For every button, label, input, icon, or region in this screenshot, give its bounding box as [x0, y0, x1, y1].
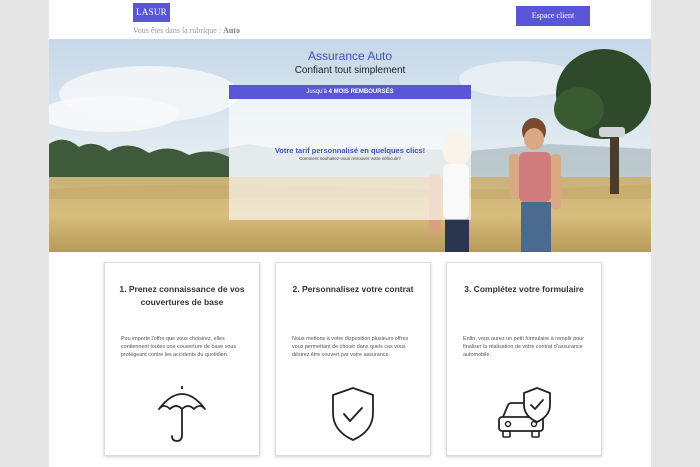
- step-text: Nous mettons à votre disposition plusieu…: [292, 336, 409, 358]
- promo-prefix: Jusqu'à: [306, 89, 329, 95]
- step-card-form: 3. Complétez votre formulaire Enfin, vou…: [446, 262, 602, 456]
- car-shield-icon: [498, 387, 551, 438]
- quote-panel: Votre tarif personnalisé en quelques cli…: [229, 99, 471, 220]
- promo-highlight: 4 MOIS REMBOURSÉS: [328, 89, 394, 95]
- client-area-button[interactable]: Espace client: [516, 6, 590, 26]
- breadcrumb-prefix: Vous êtes dans la rubrique :: [133, 26, 224, 35]
- hero-subtitle: Confiant tout simplement: [294, 65, 406, 76]
- shield-check-icon: [332, 387, 374, 441]
- promo-banner: Jusqu'à 4 MOIS REMBOURSÉS: [229, 85, 471, 99]
- step-card-customize: 2. Personnalisez votre contrat Nous mett…: [275, 262, 431, 456]
- step-text: Peu importe l'offre que vous choisirez, …: [121, 336, 237, 358]
- hero-title: Assurance Auto: [307, 49, 393, 63]
- step-title: 1. Prenez connaissance de vos couverture…: [119, 284, 245, 307]
- breadcrumb: Vous êtes dans la rubrique : Auto: [133, 26, 240, 35]
- page: LASUR Vous êtes dans la rubrique : Auto …: [49, 0, 651, 467]
- hero-banner: Assurance Auto Confiant tout simplement …: [49, 39, 651, 252]
- step-text: Enfin, vous aurez un petit formulaire à …: [463, 336, 585, 358]
- step-title: 3. Complétez votre formulaire: [464, 284, 584, 294]
- breadcrumb-section[interactable]: Auto: [223, 26, 240, 35]
- step-card-coverage: 1. Prenez connaissance de vos couverture…: [104, 262, 260, 456]
- quote-title: Votre tarif personnalisé en quelques cli…: [274, 146, 426, 155]
- step-title: 2. Personnalisez votre contrat: [292, 284, 414, 294]
- logo[interactable]: LASUR: [133, 3, 170, 22]
- umbrella-icon: [158, 386, 206, 442]
- quote-question: Comment souhaitez-vous retrouver votre v…: [299, 156, 401, 161]
